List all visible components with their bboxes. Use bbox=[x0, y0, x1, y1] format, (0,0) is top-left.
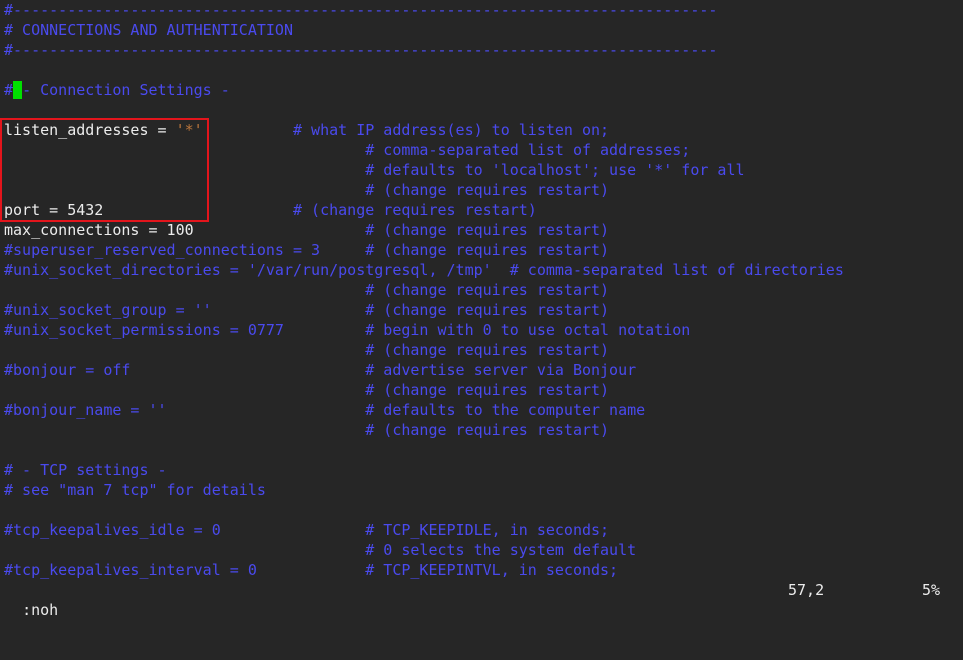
code-line[interactable] bbox=[4, 500, 844, 520]
comment-text: # (change requires restart) bbox=[4, 281, 610, 299]
comment-text: # CONNECTIONS AND AUTHENTICATION bbox=[4, 21, 293, 39]
vim-editor-buffer[interactable]: #---------------------------------------… bbox=[4, 0, 844, 580]
scroll-percent: 5% bbox=[922, 581, 941, 599]
code-line[interactable]: # (change requires restart) bbox=[4, 420, 844, 440]
comment-text: # (change requires restart) bbox=[193, 221, 610, 239]
code-line[interactable]: #tcp_keepalives_idle = 0 # TCP_KEEPIDLE,… bbox=[4, 520, 844, 540]
command-line[interactable]: :noh bbox=[22, 601, 58, 619]
code-line[interactable]: # (change requires restart) bbox=[4, 380, 844, 400]
code-line[interactable]: #tcp_keepalives_interval = 0 # TCP_KEEPI… bbox=[4, 560, 844, 580]
cursor-position: 57,2 bbox=[788, 581, 825, 599]
code-line[interactable]: #unix_socket_directories = '/var/run/pos… bbox=[4, 260, 844, 280]
comment-text: #unix_socket_group = '' # (change requir… bbox=[4, 301, 610, 319]
code-line[interactable]: max_connections = 100 # (change requires… bbox=[4, 220, 844, 240]
code-line[interactable]: #superuser_reserved_connections = 3 # (c… bbox=[4, 240, 844, 260]
code-line[interactable]: # - TCP settings - bbox=[4, 460, 844, 480]
comment-text: # bbox=[4, 81, 14, 99]
comment-text: #unix_socket_directories = '/var/run/pos… bbox=[4, 261, 844, 279]
code-line[interactable]: #---------------------------------------… bbox=[4, 40, 844, 60]
code-line[interactable]: # see "man 7 tcp" for details bbox=[4, 480, 844, 500]
comment-text: - Connection Settings - bbox=[22, 81, 230, 99]
code-line[interactable]: # - Connection Settings - bbox=[4, 80, 844, 100]
comment-text: # 0 selects the system default bbox=[4, 541, 637, 559]
text-cursor bbox=[13, 81, 23, 99]
code-line[interactable] bbox=[4, 100, 844, 120]
code-line[interactable]: #---------------------------------------… bbox=[4, 0, 844, 20]
code-line[interactable] bbox=[4, 440, 844, 460]
comment-text: # (change requires restart) bbox=[4, 341, 610, 359]
comment-text: #unix_socket_permissions = 0777 # begin … bbox=[4, 321, 691, 339]
code-line[interactable]: #bonjour_name = '' # defaults to the com… bbox=[4, 400, 844, 420]
comment-text: #tcp_keepalives_idle = 0 # TCP_KEEPIDLE,… bbox=[4, 521, 610, 539]
setting-text: max_connections = 100 bbox=[4, 221, 194, 239]
comment-text: #---------------------------------------… bbox=[4, 41, 718, 59]
code-line[interactable]: #unix_socket_group = '' # (change requir… bbox=[4, 300, 844, 320]
highlight-annotation-box bbox=[0, 118, 209, 222]
comment-text: # see "man 7 tcp" for details bbox=[4, 481, 266, 499]
comment-text: #tcp_keepalives_interval = 0 # TCP_KEEPI… bbox=[4, 561, 619, 579]
code-line[interactable]: #unix_socket_permissions = 0777 # begin … bbox=[4, 320, 844, 340]
vim-status-line: :noh 57,2 5% bbox=[4, 580, 959, 619]
comment-text: # (change requires restart) bbox=[4, 381, 610, 399]
comment-text: # (change requires restart) bbox=[4, 421, 610, 439]
code-line[interactable] bbox=[4, 60, 844, 80]
comment-text: # - TCP settings - bbox=[4, 461, 167, 479]
code-line[interactable]: # (change requires restart) bbox=[4, 280, 844, 300]
comment-text: #bonjour_name = '' # defaults to the com… bbox=[4, 401, 646, 419]
comment-text: #superuser_reserved_connections = 3 # (c… bbox=[4, 241, 610, 259]
comment-text: # what IP address(es) to listen on; bbox=[202, 121, 610, 139]
code-line[interactable]: #bonjour = off # advertise server via Bo… bbox=[4, 360, 844, 380]
code-line[interactable]: # (change requires restart) bbox=[4, 340, 844, 360]
code-line[interactable]: # 0 selects the system default bbox=[4, 540, 844, 560]
code-line[interactable]: # CONNECTIONS AND AUTHENTICATION bbox=[4, 20, 844, 40]
comment-text: #bonjour = off # advertise server via Bo… bbox=[4, 361, 637, 379]
comment-text: #---------------------------------------… bbox=[4, 1, 718, 19]
